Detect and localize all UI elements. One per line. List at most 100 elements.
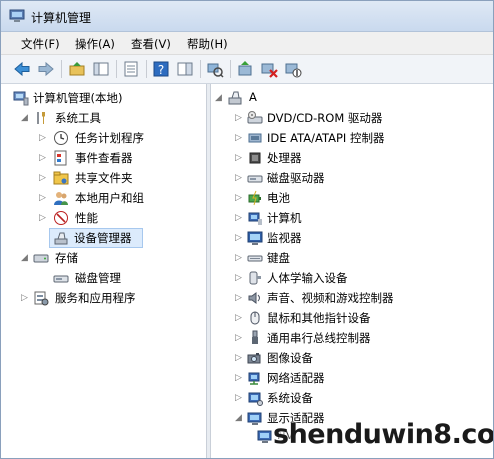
menu-file[interactable]: 文件(F) [21, 36, 60, 52]
title-bar: 计算机管理 [1, 1, 493, 32]
update-driver-icon[interactable] [236, 60, 254, 78]
collapsed-arrow-icon[interactable]: ▷ [235, 252, 245, 264]
tree-label: A [249, 90, 257, 104]
collapsed-arrow-icon[interactable]: ▷ [235, 152, 245, 164]
collapsed-arrow-icon[interactable]: ▷ [235, 132, 245, 144]
device-item-usb-controllers[interactable]: ▷ 通用串行总线控制器 [235, 329, 485, 347]
hid-icon [249, 271, 261, 285]
device-item-human-interface-devices[interactable]: ▷ 人体学输入设备 [235, 269, 485, 287]
tree-item-event-viewer[interactable]: ▷ 事件查看器 [39, 149, 201, 167]
tree-label: 本地用户和组 [75, 191, 144, 205]
expanded-arrow-icon[interactable]: ◢ [215, 92, 225, 104]
tree-label: 性能 [75, 211, 98, 225]
device-item-dvd-cdrom-drives[interactable]: ▷ DVD/CD-ROM 驱动器 [235, 109, 485, 127]
collapsed-arrow-icon[interactable]: ▷ [235, 352, 245, 364]
usb-icon [252, 330, 258, 344]
disk-drive-icon [247, 175, 263, 183]
scan-hardware-icon[interactable] [206, 60, 224, 78]
network-adapter-icon [248, 372, 260, 385]
disk-icon [53, 275, 69, 283]
device-item-system-devices[interactable]: ▷ 系统设备 [235, 389, 485, 407]
computer-icon [228, 91, 242, 105]
properties-icon[interactable] [122, 60, 140, 78]
help-icon[interactable]: ? [152, 60, 170, 78]
storage-icon [33, 254, 49, 263]
up-folder-icon[interactable] [68, 60, 86, 78]
tree-item-local-users-groups[interactable]: ▷ 本地用户和组 [39, 189, 201, 207]
menu-action[interactable]: 操作(A) [75, 36, 115, 52]
collapsed-arrow-icon[interactable]: ▷ [235, 372, 245, 384]
battery-icon [248, 190, 261, 206]
tree-label: 磁盘驱动器 [267, 171, 325, 185]
device-item-network-adapters[interactable]: ▷ 网络适配器 [235, 369, 485, 387]
tree-root-computer-management[interactable]: 计算机管理(本地) [11, 89, 201, 107]
tree-item-disk-management[interactable]: 磁盘管理 [51, 269, 201, 287]
collapsed-arrow-icon[interactable]: ▷ [235, 292, 245, 304]
camera-icon [247, 353, 261, 364]
device-item-batteries[interactable]: ▷ 电池 [235, 189, 485, 207]
device-item-monitors[interactable]: ▷ 监视器 [235, 229, 485, 247]
tree-item-services-applications[interactable]: ▷ 服务和应用程序 [21, 289, 201, 307]
device-item-sound-video-game-controllers[interactable]: ▷ 声音、视频和游戏控制器 [235, 289, 485, 307]
collapsed-arrow-icon[interactable]: ▷ [235, 172, 245, 184]
device-manager-icon [54, 232, 68, 245]
tree-label: 电池 [267, 191, 290, 205]
collapsed-arrow-icon[interactable]: ▷ [39, 132, 49, 144]
forward-arrow-icon[interactable] [37, 60, 55, 78]
collapsed-arrow-icon[interactable]: ▷ [235, 312, 245, 324]
collapsed-arrow-icon[interactable]: ▷ [21, 292, 31, 304]
tree-label: 鼠标和其他指针设备 [267, 311, 371, 325]
collapsed-arrow-icon[interactable]: ▷ [235, 392, 245, 404]
computer-management-icon [9, 9, 25, 22]
tree-label: 网络适配器 [267, 371, 325, 385]
collapsed-arrow-icon[interactable]: ▷ [39, 172, 49, 184]
tree-label: 通用串行总线控制器 [267, 331, 371, 345]
tree-item-device-manager[interactable]: 设备管理器 [49, 228, 143, 248]
tree-item-storage[interactable]: ◢ 存储 [21, 249, 201, 267]
disable-device-icon[interactable] [284, 60, 302, 78]
tree-item-system-tools[interactable]: ◢ 系统工具 [21, 109, 201, 127]
device-tree-root[interactable]: ◢ A [215, 89, 485, 107]
mouse-icon [250, 311, 260, 325]
menu-help[interactable]: 帮助(H) [187, 36, 228, 52]
expanded-arrow-icon[interactable]: ◢ [235, 412, 245, 424]
performance-icon [54, 211, 68, 225]
collapsed-arrow-icon[interactable]: ▷ [235, 272, 245, 284]
tree-label: 处理器 [267, 151, 302, 165]
menu-view[interactable]: 查看(V) [131, 36, 171, 52]
speaker-icon [248, 292, 260, 304]
tree-item-task-scheduler[interactable]: ▷ 任务计划程序 [39, 129, 201, 147]
show-action-pane-icon[interactable] [176, 60, 194, 78]
tree-label: 任务计划程序 [75, 131, 144, 145]
tree-item-shared-folders[interactable]: ▷ 共享文件夹 [39, 169, 201, 187]
collapsed-arrow-icon[interactable]: ▷ [235, 232, 245, 244]
device-item-computer[interactable]: ▷ 计算机 [235, 209, 485, 227]
device-item-mice-pointing-devices[interactable]: ▷ 鼠标和其他指针设备 [235, 309, 485, 327]
expanded-arrow-icon[interactable]: ◢ [21, 252, 31, 264]
expanded-arrow-icon[interactable]: ◢ [21, 112, 31, 124]
show-hide-tree-icon[interactable] [92, 60, 110, 78]
collapsed-arrow-icon[interactable]: ▷ [235, 332, 245, 344]
system-device-icon [248, 392, 263, 406]
tree-label: 设备管理器 [74, 231, 132, 245]
collapsed-arrow-icon[interactable]: ▷ [235, 112, 245, 124]
tree-label: 服务和应用程序 [55, 291, 136, 305]
collapsed-arrow-icon[interactable]: ▷ [235, 192, 245, 204]
clock-icon [54, 131, 68, 145]
back-arrow-icon[interactable] [13, 60, 31, 78]
uninstall-device-icon[interactable] [260, 60, 278, 78]
device-item-processors[interactable]: ▷ 处理器 [235, 149, 485, 167]
collapsed-arrow-icon[interactable]: ▷ [39, 152, 49, 164]
device-item-disk-drives[interactable]: ▷ 磁盘驱动器 [235, 169, 485, 187]
watermark-text: shenduwin8.com [273, 419, 494, 450]
collapsed-arrow-icon[interactable]: ▷ [39, 192, 49, 204]
collapsed-arrow-icon[interactable]: ▷ [235, 212, 245, 224]
collapsed-arrow-icon[interactable]: ▷ [39, 212, 49, 224]
device-tree-pane: ◢ A ▷ DVD/CD-ROM 驱动器 ▷ IDE ATA/ATAPI 控制器 ▷ 处理… [211, 84, 493, 458]
tree-label: 计算机管理(本地) [33, 91, 123, 105]
device-item-keyboards[interactable]: ▷ 键盘 [235, 249, 485, 267]
device-item-imaging-devices[interactable]: ▷ 图像设备 [235, 349, 485, 367]
toolbar: ? [1, 55, 493, 84]
device-item-ide-ata-atapi-controllers[interactable]: ▷ IDE ATA/ATAPI 控制器 [235, 129, 485, 147]
tree-item-performance[interactable]: ▷ 性能 [39, 209, 201, 227]
